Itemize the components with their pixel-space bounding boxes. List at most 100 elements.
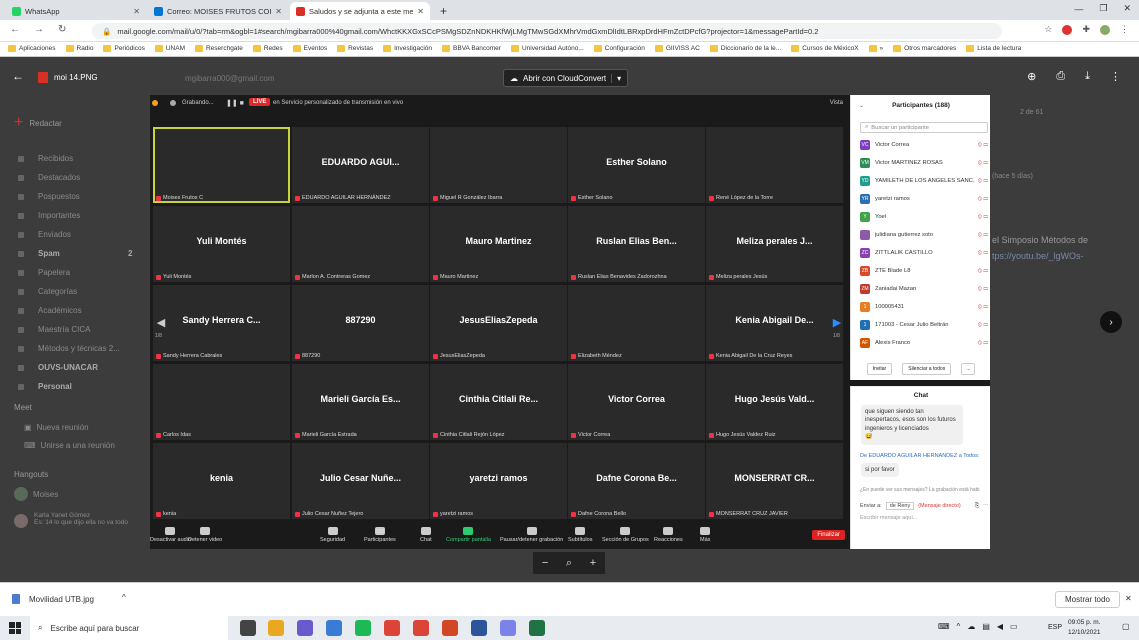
mute-all-button[interactable]: Silenciar a todos (902, 363, 952, 375)
sidebar-item[interactable]: Importantes (18, 211, 80, 220)
battery-icon[interactable]: ▭ (1010, 622, 1018, 631)
excel-icon[interactable] (529, 620, 545, 636)
video-tile[interactable]: Hugo Jesús Vald... Hugo Jesús Valdez Ruiz (706, 364, 843, 440)
bookmark-item[interactable]: Eventos (292, 45, 327, 52)
clock[interactable]: 09:05 p. m. 12/10/2021 (1068, 618, 1101, 638)
video-tile[interactable]: Marlon A. Contreras Gomez (292, 206, 429, 282)
volume-icon[interactable]: ◀ (997, 622, 1003, 631)
bookmark-item[interactable]: Redes (252, 45, 283, 52)
url-field[interactable]: 🔒 mail.google.com/mail/u/0/?tab=rm&ogbl=… (92, 23, 1002, 39)
video-tile[interactable]: Yuli Montés Yuli Montés (153, 206, 290, 282)
toolbar-button[interactable]: Compartir pantalla (446, 527, 491, 543)
edge-icon[interactable] (326, 620, 342, 636)
compose-button[interactable]: + Redactar (14, 114, 62, 132)
video-tile[interactable]: Kenia Abigail De... Kenia Abigail De la C… (706, 285, 843, 361)
file-explorer-icon[interactable] (268, 620, 284, 636)
bookmark-item[interactable]: Configuración (593, 45, 645, 52)
zoom-in-icon[interactable]: + (590, 557, 596, 569)
sidebar-item[interactable]: Destacados (18, 173, 80, 182)
sidebar-item[interactable]: Enviados (18, 230, 71, 239)
minimize-icon[interactable]: — (1074, 4, 1083, 14)
video-tile[interactable]: Meliza perales J... Meliza perales Jesús (706, 206, 843, 282)
participant-row[interactable]: VM Victor MARTINEZ ROSAS ⦸ ▭ (851, 154, 991, 172)
sidebar-item[interactable]: Categorías (18, 287, 77, 296)
toolbar-button[interactable]: Reacciones (654, 527, 683, 543)
video-tile[interactable]: Moises Frutos C (153, 127, 290, 203)
taskbar-search[interactable]: ⌕ Escribe aquí para buscar (30, 616, 228, 640)
video-tile[interactable]: Dafne Corona Be... Dafne Corona Bello (568, 443, 705, 519)
teams-icon[interactable] (500, 620, 516, 636)
video-tile[interactable]: Marieli García Es... Marieli García Estra… (292, 364, 429, 440)
participant-row[interactable]: ZC ZITTLALIK CASTILLO ⦸ ▭ (851, 244, 991, 262)
chevron-up-icon[interactable]: ^ (122, 593, 126, 602)
close-icon[interactable]: ✕ (133, 7, 140, 16)
video-tile[interactable]: Ruslan Elias Ben... Ruslan Elias Benavide… (568, 206, 705, 282)
live-badge[interactable]: LIVE (249, 98, 271, 106)
forward-icon[interactable]: → (34, 24, 44, 35)
restore-icon[interactable]: ❐ (1099, 3, 1107, 14)
sidebar-item[interactable]: Académicos (18, 306, 82, 315)
video-tile[interactable]: René López de la Torre (706, 127, 843, 203)
view-button[interactable]: Vista (830, 100, 843, 106)
sidebar-item[interactable]: Recibidos (18, 154, 73, 163)
pause-icon[interactable]: ❚❚ ■ (226, 99, 244, 107)
video-tile[interactable]: Julio Cesar Nuñe... Julio Cesar Nuñez Tej… (292, 443, 429, 519)
participant-row[interactable]: julidiana gutierrez soto ⦸ ▭ (851, 226, 991, 244)
toolbar-button[interactable]: Seguridad (320, 527, 345, 543)
participant-search[interactable]: ⌕ Buscar un participante (860, 122, 988, 133)
video-tile[interactable]: Elizabeth Méndez (568, 285, 705, 361)
chevron-up-icon[interactable]: ^ (957, 622, 961, 631)
sidebar-item[interactable]: Métodos y técnicas 2... (18, 344, 120, 353)
hangouts-user[interactable]: Moises (14, 487, 58, 501)
bookmark-item[interactable]: Periódicos (103, 45, 145, 52)
download-item[interactable]: Movilidad UTB.jpg (29, 595, 94, 604)
chat-input[interactable]: Escribir mensaje aquí... (860, 515, 917, 521)
video-tile[interactable]: 887290 887290 (292, 285, 429, 361)
bookmark-item[interactable]: Reserchgate (194, 45, 243, 52)
close-icon[interactable]: ✕ (1125, 594, 1132, 603)
print-icon[interactable]: ⎙ (1056, 70, 1065, 83)
video-tile[interactable]: Mauro Martinez Mauro Martinez (430, 206, 567, 282)
task-view-icon[interactable] (240, 620, 256, 636)
bookmark-item[interactable]: Otros marcadores (893, 45, 956, 52)
sidebar-item[interactable]: Maestría CICA (18, 325, 90, 334)
video-tile[interactable]: MONSERRAT CR... MONSERRAT CRUZ JAVIER (706, 443, 843, 519)
video-tile[interactable]: kenia kenia (153, 443, 290, 519)
bookmark-item[interactable]: Diccionario de la le... (709, 45, 781, 52)
more-button[interactable]: ... (961, 363, 976, 375)
video-tile[interactable]: Cinthia Citlali Re... Cinthia Citlali Rej… (430, 364, 567, 440)
toolbar-button[interactable]: Más (700, 527, 710, 543)
toolbar-button[interactable]: Desactivar audio (150, 527, 191, 543)
participant-row[interactable]: YD YAMILETH DE LOS ANGELES SANC... ⦸ ▭ (851, 172, 991, 190)
video-tile[interactable]: JesusEliasZepeda JesusEliasZepeda (430, 285, 567, 361)
language-indicator[interactable]: ESP (1048, 624, 1062, 631)
more-icon[interactable]: ⋯ (983, 503, 989, 509)
close-icon[interactable]: ✕ (417, 7, 424, 16)
sidebar-item[interactable]: Papelera (18, 268, 70, 277)
video-tile[interactable]: yaretzi ramos yaretzi ramos (430, 443, 567, 519)
participant-row[interactable]: 1 100005431 ⦸ ▭ (851, 298, 991, 316)
bookmark-item[interactable]: Revistas (337, 45, 373, 52)
show-all-button[interactable]: Mostrar todo (1055, 591, 1120, 608)
puzzle-icon[interactable]: ✚ (1082, 24, 1090, 35)
sidebar-item[interactable]: Spam 2 (18, 249, 132, 258)
tab-outlook[interactable]: Correo: MOISES FRUTOS CORTE: ✕ (148, 2, 288, 20)
bookmark-item[interactable]: GIIVISS AC (654, 45, 700, 52)
participant-row[interactable]: VC Victor Correa ⦸ ▭ (851, 136, 991, 154)
new-tab-button[interactable]: + (434, 2, 453, 20)
profile-avatar[interactable] (1100, 24, 1110, 35)
hangouts-contact[interactable]: Karla Yanet Gómez Es: 14 lo que dijo ell… (14, 512, 148, 528)
notifications-icon[interactable]: ▢ (1122, 622, 1130, 631)
keyboard-icon[interactable]: ⌨ (938, 622, 950, 631)
video-tile[interactable]: Victor Correa Victor Correa (568, 364, 705, 440)
bookmark-item[interactable]: Lista de lectura (966, 45, 1021, 52)
shield-icon[interactable] (152, 100, 158, 106)
bookmark-item[interactable]: UNAM (154, 45, 185, 52)
video-tile[interactable]: Esther Solano Esther Solano (568, 127, 705, 203)
close-window-icon[interactable]: ✕ (1123, 3, 1131, 14)
toolbar-button[interactable]: Pausar/detener grabación (500, 527, 563, 543)
bookmark-item[interactable]: » (868, 45, 883, 52)
tab-gmail[interactable]: Saludos y se adjunta a este men: ✕ (290, 2, 430, 20)
menu-icon[interactable]: ⋮ (1120, 24, 1129, 35)
toolbar-button[interactable]: Chat (420, 527, 432, 543)
